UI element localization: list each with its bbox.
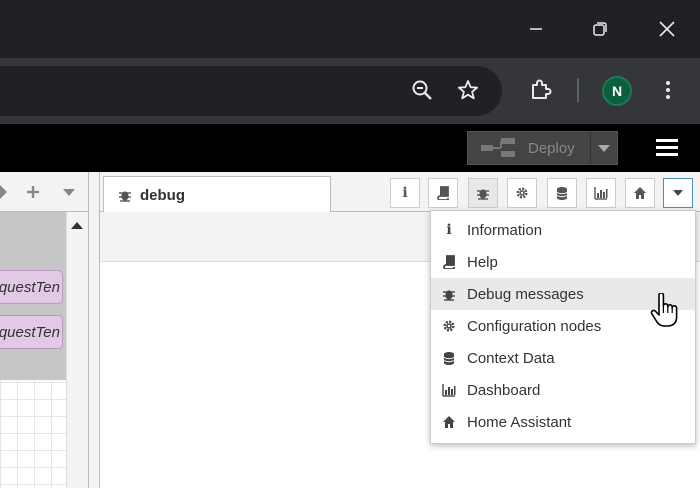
bug-icon	[477, 189, 489, 200]
sidebar-info-button[interactable]: i	[390, 178, 420, 208]
extensions-button[interactable]	[522, 72, 558, 108]
gear-icon	[516, 187, 528, 199]
workspace-vertical-scrollbar[interactable]	[66, 212, 88, 488]
deploy-icon	[481, 138, 515, 157]
puzzle-icon	[532, 79, 552, 99]
menu-item-label: Dashboard	[467, 381, 541, 399]
minimize-button[interactable]	[510, 0, 562, 58]
menu-item-information[interactable]: i Information	[431, 214, 695, 246]
database-icon	[431, 351, 467, 365]
hamburger-bar	[656, 146, 678, 149]
profile-avatar[interactable]: N	[602, 76, 632, 106]
caret-down-icon[interactable]	[598, 145, 610, 153]
sidebar-home-assistant-button[interactable]	[625, 178, 655, 208]
home-icon	[634, 187, 646, 199]
menu-item-label: Context Data	[467, 349, 555, 367]
flow-node-label: questTen	[0, 278, 60, 296]
sidebar-splitter[interactable]	[88, 172, 100, 488]
add-flow-icon[interactable]	[26, 185, 40, 199]
flow-list-caret-icon[interactable]	[63, 189, 75, 197]
bar-chart-icon	[431, 383, 467, 397]
home-icon	[431, 415, 467, 429]
toolbar-separator	[577, 78, 579, 102]
workspace-tabs-bar	[0, 172, 88, 212]
sidebar-help-button[interactable]	[428, 178, 458, 208]
sidebar-context-button[interactable]	[547, 178, 577, 208]
menu-item-label: Debug messages	[467, 285, 584, 303]
database-icon	[556, 187, 568, 200]
sidebar-debug-button[interactable]	[468, 178, 498, 208]
menu-item-dashboard[interactable]: Dashboard	[431, 374, 695, 406]
menu-item-help[interactable]: Help	[431, 246, 695, 278]
sidebar-tab-debug[interactable]: debug	[103, 176, 331, 213]
more-vert-icon	[666, 81, 670, 99]
hamburger-bar	[656, 153, 678, 156]
restore-icon	[593, 22, 607, 36]
menu-item-label: Information	[467, 221, 543, 239]
restore-button[interactable]	[574, 0, 626, 58]
flow-node-label: questTen	[0, 323, 60, 341]
book-icon	[437, 186, 449, 200]
menu-item-label: Home Assistant	[467, 413, 572, 431]
book-icon	[431, 255, 467, 269]
menu-item-label: Help	[467, 253, 498, 271]
flow-node[interactable]: questTen	[0, 270, 63, 304]
sidebar-dashboard-button[interactable]	[586, 178, 616, 208]
info-icon: i	[402, 185, 408, 201]
main-menu-button[interactable]	[652, 134, 682, 162]
flow-node[interactable]: questTen	[0, 315, 63, 349]
sidebar-tabs-menu-button[interactable]	[663, 178, 693, 208]
star-icon	[457, 80, 479, 100]
bookmark-button[interactable]	[450, 72, 486, 108]
close-button[interactable]	[641, 0, 693, 58]
menu-item-label: Configuration nodes	[467, 317, 602, 335]
info-icon: i	[446, 222, 452, 238]
minimize-icon	[530, 28, 542, 30]
browser-menu-button[interactable]	[650, 72, 686, 108]
deploy-divider	[590, 132, 591, 164]
deploy-button[interactable]: Deploy	[467, 131, 618, 165]
deploy-label: Deploy	[528, 139, 575, 157]
hand-cursor-icon	[650, 293, 678, 327]
sidebar-tab-label: debug	[140, 186, 185, 204]
gear-icon	[431, 319, 467, 333]
zoom-out-icon	[412, 80, 432, 100]
scroll-up-icon[interactable]	[71, 222, 83, 230]
menu-item-context-data[interactable]: Context Data	[431, 342, 695, 374]
close-icon	[659, 21, 675, 37]
bug-icon	[431, 287, 467, 301]
menu-item-home-assistant[interactable]: Home Assistant	[431, 406, 695, 438]
zoom-button[interactable]	[404, 72, 440, 108]
hamburger-bar	[656, 139, 678, 142]
scroll-tabs-right-icon[interactable]	[0, 185, 8, 199]
bar-chart-icon	[594, 187, 608, 200]
caret-down-icon	[673, 190, 683, 196]
bug-icon	[119, 191, 131, 202]
sidebar-config-button[interactable]	[507, 178, 537, 208]
